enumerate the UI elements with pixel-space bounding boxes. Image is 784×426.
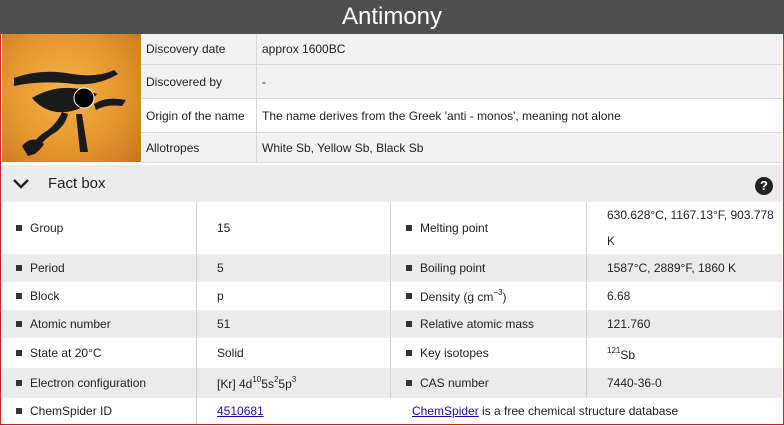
fact-value: 51 [217, 317, 231, 331]
element-title: Antimony [0, 0, 784, 34]
fact-row: ChemSpider ID 4510681 ChemSpider is a fr… [2, 398, 782, 424]
info-key: Origin of the name [141, 98, 257, 133]
info-row: Allotropes White Sb, Yellow Sb, Black Sb [141, 132, 782, 163]
fact-label: Group [30, 221, 64, 235]
fact-value: Solid [217, 346, 244, 360]
info-key: Discovery date [141, 34, 257, 65]
bullet-icon [406, 380, 412, 386]
bullet-icon [16, 380, 22, 386]
factbox-toggle[interactable]: Fact box ? [2, 165, 782, 202]
fact-row: Atomic number 51 Relative atomic mass 12… [2, 310, 782, 338]
info-value: The name derives from the Greek 'anti - … [256, 98, 782, 133]
bullet-icon [16, 321, 22, 327]
help-icon[interactable]: ? [755, 177, 773, 195]
fact-row: State at 20°C Solid Key isotopes 121Sb [2, 338, 782, 368]
fact-label: Block [30, 289, 60, 303]
fact-value: 1587°C, 2889°F, 1860 K [607, 261, 737, 275]
chevron-down-icon[interactable] [12, 176, 30, 192]
bullet-icon [16, 408, 22, 414]
fact-label: Electron configuration [30, 376, 147, 390]
fact-value: 121Sb [607, 346, 636, 362]
fact-row: Block p Density (g cm−3) 6.68 [2, 282, 782, 310]
info-table: Discovery date approx 1600BC Discovered … [141, 34, 782, 163]
fact-label: Atomic number [30, 317, 111, 331]
fact-value: [Kr] 4d105s25p3 [217, 375, 297, 391]
fact-label: ChemSpider ID [30, 404, 113, 418]
eye-of-horus-icon [2, 34, 141, 162]
bullet-icon [406, 321, 412, 327]
fact-label: CAS number [420, 376, 489, 390]
fact-label: Period [30, 261, 65, 275]
info-value: - [256, 64, 782, 99]
fact-value: 7440-36-0 [607, 376, 662, 390]
fact-row: Group 15 Melting point 630.628°C, 1167.1… [2, 202, 782, 254]
fact-value: p [217, 289, 224, 303]
info-row: Discovery date approx 1600BC [141, 34, 782, 65]
info-section: Discovery date approx 1600BC Discovered … [2, 34, 782, 163]
factbox-label: Fact box [48, 175, 106, 192]
fact-label: Relative atomic mass [420, 317, 535, 331]
fact-value: 5 [217, 261, 224, 275]
chemspider-id-link[interactable]: 4510681 [217, 404, 264, 418]
bullet-icon [16, 350, 22, 356]
info-row: Origin of the name The name derives from… [141, 98, 782, 133]
bullet-icon [16, 293, 22, 299]
info-row: Discovered by - [141, 64, 782, 99]
info-value: White Sb, Yellow Sb, Black Sb [256, 132, 782, 163]
fact-value: 15 [217, 221, 231, 235]
fact-label: Density (g cm−3) [420, 288, 507, 304]
bullet-icon [406, 293, 412, 299]
bullet-icon [406, 265, 412, 271]
fact-row: Period 5 Boiling point 1587°C, 2889°F, 1… [2, 254, 782, 282]
fact-value: 630.628°C, 1167.13°F, 903.778 K [607, 208, 774, 248]
fact-label: Boiling point [420, 261, 486, 275]
fact-row: Electron configuration [Kr] 4d105s25p3 C… [2, 368, 782, 398]
bullet-icon [406, 350, 412, 356]
fact-label: Melting point [420, 221, 489, 235]
info-value: approx 1600BC [256, 34, 782, 65]
fact-label: Key isotopes [420, 346, 489, 360]
fact-table: Group 15 Melting point 630.628°C, 1167.1… [2, 202, 782, 424]
bullet-icon [16, 265, 22, 271]
info-key: Discovered by [141, 64, 257, 99]
fact-value: 121.760 [607, 317, 651, 331]
info-key: Allotropes [141, 132, 257, 163]
fact-label: State at 20°C [30, 346, 102, 360]
bullet-icon [16, 225, 22, 231]
fact-value: 6.68 [607, 289, 631, 303]
chemspider-link[interactable]: ChemSpider [412, 404, 479, 418]
chemspider-note: ChemSpider is a free chemical structure … [412, 404, 679, 418]
bullet-icon [406, 225, 412, 231]
